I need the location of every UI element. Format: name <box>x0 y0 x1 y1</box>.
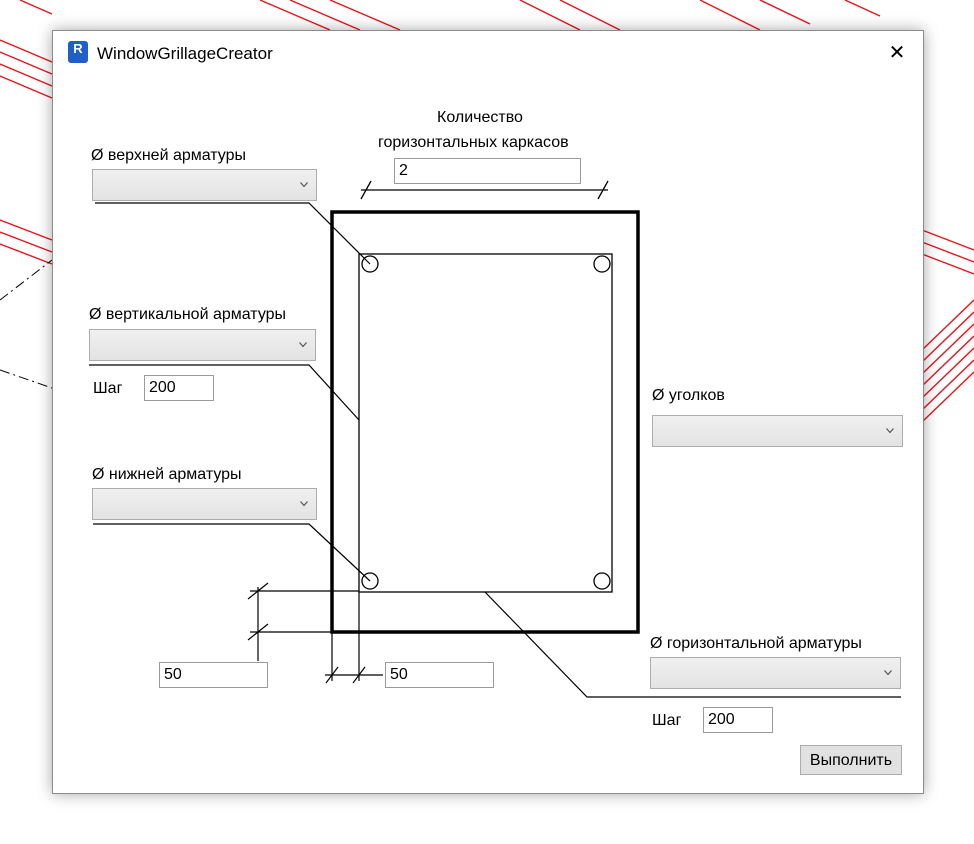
horizontal-step-input[interactable]: 200 <box>703 707 773 733</box>
cover-side-input[interactable]: 50 <box>385 662 494 688</box>
bottom-rebar-label: Ø нижней арматуры <box>92 466 242 483</box>
chevron-down-icon <box>299 342 307 348</box>
horizontal-rebar-label: Ø горизонтальной арматуры <box>650 635 862 652</box>
rebar-bottom-right <box>593 572 611 590</box>
vertical-rebar-combobox[interactable] <box>89 329 316 361</box>
horizontal-frames-label-line1: Количество <box>437 109 523 126</box>
app-icon: R <box>68 41 88 63</box>
corners-combobox[interactable] <box>652 415 903 447</box>
bottom-rebar-combobox[interactable] <box>92 488 317 520</box>
horizontal-frames-input[interactable]: 2 <box>394 158 581 184</box>
horizontal-step-label: Шаг <box>652 712 682 729</box>
chevron-down-icon <box>886 428 894 434</box>
top-rebar-label: Ø верхней арматуры <box>91 147 247 164</box>
vertical-step-input[interactable]: 200 <box>144 375 214 401</box>
window-title: WindowGrillageCreator <box>97 44 273 63</box>
vertical-rebar-label: Ø вертикальной арматуры <box>89 306 287 323</box>
close-icon[interactable]: ✕ <box>877 37 917 69</box>
horizontal-frames-label-line2: горизонтальных каркасов <box>378 134 569 151</box>
leader-top-rebar <box>95 202 371 265</box>
chevron-down-icon <box>300 501 308 507</box>
rebar-frame <box>358 253 613 593</box>
horizontal-rebar-combobox[interactable] <box>650 657 901 689</box>
dialog-window: R WindowGrillageCreator ✕ Ø верхней арма… <box>52 30 924 794</box>
execute-button[interactable]: Выполнить <box>800 745 902 775</box>
corners-label: Ø уголков <box>652 387 725 404</box>
section-outline <box>330 210 640 634</box>
app-icon-letter: R <box>73 41 83 56</box>
leader-bottom-rebar <box>93 523 371 582</box>
leader-vertical-rebar <box>89 364 360 421</box>
cover-bottom-input[interactable]: 50 <box>159 662 268 688</box>
rebar-top-right <box>593 255 611 273</box>
vertical-step-label: Шаг <box>93 380 123 397</box>
top-rebar-combobox[interactable] <box>92 169 317 201</box>
chevron-down-icon <box>884 670 892 676</box>
rebar-bottom-left <box>361 572 379 590</box>
chevron-down-icon <box>300 182 308 188</box>
rebar-top-left <box>361 255 379 273</box>
